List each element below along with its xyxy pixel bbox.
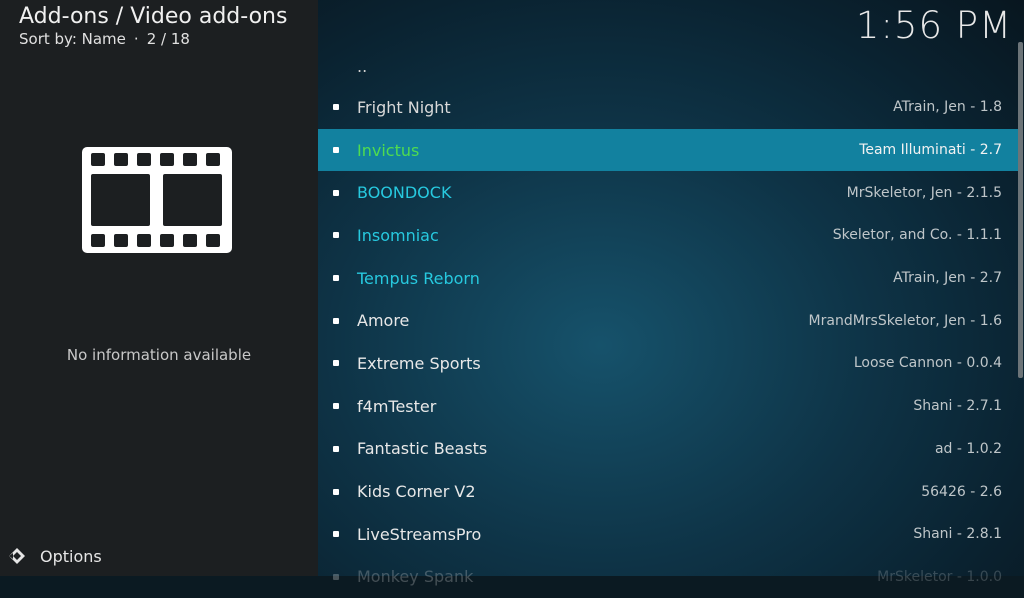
item-position: 2 / 18 (146, 30, 190, 48)
addon-name: Extreme Sports (357, 353, 481, 373)
addon-name: Fright Night (357, 97, 451, 117)
bullet-icon (333, 232, 339, 239)
addon-author: Skeletor, and Co. - 1.1.1 (832, 227, 1002, 244)
bullet-icon (333, 531, 339, 538)
sort-label[interactable]: Sort by: Name (19, 30, 126, 48)
addon-author: Loose Cannon - 0.0.4 (853, 355, 1002, 372)
addon-author: MrandMrsSkeletor, Jen - 1.6 (808, 312, 1002, 329)
list-item[interactable]: Fantastic Beasts ad - 1.0.2 (318, 428, 1021, 471)
list-item-parent[interactable]: .. (318, 46, 1021, 86)
bullet-icon (333, 488, 339, 495)
parent-label: .. (357, 56, 368, 76)
list-item-selected[interactable]: Invictus Team Illuminati - 2.7 (318, 128, 1021, 172)
options-label: Options (40, 546, 102, 566)
bullet-icon (333, 317, 339, 324)
sort-info: Sort by: Name · 2 / 18 (19, 30, 190, 48)
addon-author: Shani - 2.7.1 (913, 398, 1002, 415)
addon-author: ATrain, Jen - 2.7 (893, 270, 1002, 287)
addon-name: Amore (357, 311, 410, 331)
addon-name: Monkey Spank (357, 567, 474, 587)
addon-list: .. Fright Night ATrain, Jen - 1.8 Invict… (318, 46, 1021, 598)
addon-author: ad - 1.0.2 (934, 440, 1002, 457)
list-item[interactable]: Insomniac Skeletor, and Co. - 1.1.1 (318, 214, 1021, 257)
no-info-text: No information available (66, 346, 252, 364)
addon-author: ATrain, Jen - 1.8 (893, 99, 1002, 116)
addon-author: Team Illuminati - 2.7 (859, 142, 1002, 159)
addon-author: MrSkeletor - 1.0.0 (877, 568, 1002, 585)
bullet-icon (333, 147, 339, 154)
addon-name: Tempus Reborn (357, 268, 480, 288)
list-item[interactable]: f4mTester Shani - 2.7.1 (318, 385, 1021, 428)
bullet-icon (333, 104, 339, 111)
bullet-icon (333, 403, 339, 410)
bullet-icon (333, 573, 339, 580)
bullet-icon (333, 275, 339, 282)
list-item[interactable]: Fright Night ATrain, Jen - 1.8 (318, 86, 1021, 129)
addon-name: f4mTester (357, 396, 437, 416)
list-item[interactable]: LiveStreamsPro Shani - 2.8.1 (318, 513, 1021, 556)
addon-author: MrSkeletor, Jen - 2.1.5 (846, 184, 1002, 201)
list-item[interactable]: Kids Corner V2 56426 - 2.6 (318, 470, 1021, 513)
addon-name: LiveStreamsPro (357, 524, 482, 544)
list-item[interactable]: Amore MrandMrsSkeletor, Jen - 1.6 (318, 299, 1021, 342)
list-item[interactable]: Extreme Sports Loose Cannon - 0.0.4 (318, 342, 1021, 385)
info-panel: Add-ons / Video add-ons Sort by: Name · 2 … (0, 0, 318, 576)
diamond-arrows-icon (9, 548, 25, 564)
options-button[interactable]: Options (8, 545, 102, 567)
separator: · (133, 30, 139, 48)
list-item[interactable]: BOONDOCK MrSkeletor, Jen - 2.1.5 (318, 171, 1021, 214)
addon-name: BOONDOCK (357, 183, 452, 203)
bullet-icon (333, 445, 339, 452)
scrollbar[interactable] (1018, 42, 1023, 378)
addon-name: Fantastic Beasts (357, 439, 488, 459)
addon-name: Kids Corner V2 (357, 482, 476, 502)
bullet-icon (333, 189, 339, 196)
addon-author: Shani - 2.8.1 (913, 526, 1002, 543)
page-title: Add-ons / Video add-ons (19, 4, 288, 29)
film-strip-icon (82, 147, 232, 253)
addon-author: 56426 - 2.6 (921, 483, 1002, 500)
bullet-icon (333, 360, 339, 367)
list-item[interactable]: Monkey Spank MrSkeletor - 1.0.0 (318, 556, 1021, 598)
list-item[interactable]: Tempus Reborn ATrain, Jen - 2.7 (318, 257, 1021, 300)
clock: 1:56 PM (855, 4, 1012, 47)
addon-name: Invictus (357, 140, 420, 160)
addon-name: Insomniac (357, 225, 439, 245)
